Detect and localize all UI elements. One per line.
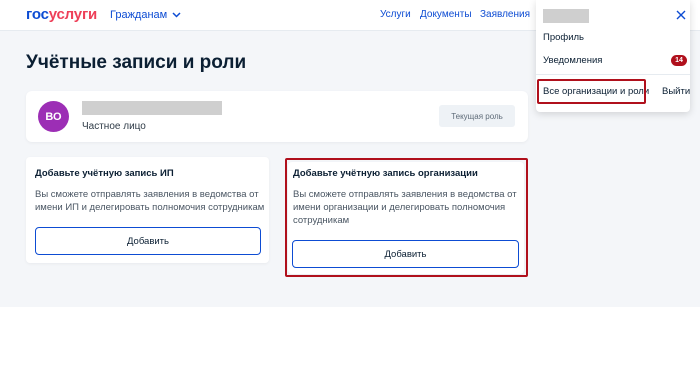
redacted-user-name	[543, 9, 589, 23]
add-ip-description: Вы сможете отправлять заявления в ведомс…	[35, 188, 264, 214]
add-organization-description: Вы сможете отправлять заявления в ведомс…	[293, 188, 517, 227]
nav-services[interactable]: Услуги	[380, 9, 411, 20]
profile-card: ВО Частное лицо Текущая роль	[26, 91, 528, 142]
menu-item-all-organizations[interactable]: Все организации и роли	[543, 86, 649, 97]
notifications-count-badge: 14	[671, 55, 687, 66]
add-organization-card: Добавьте учётную запись организации Вы с…	[288, 162, 524, 274]
page-title: Учётные записи и роли	[26, 52, 247, 73]
account-type-label: Частное лицо	[82, 121, 146, 132]
add-ip-card: Добавьте учётную запись ИП Вы сможете от…	[26, 157, 269, 263]
avatar: ВО	[38, 101, 69, 132]
chevron-down-icon	[172, 12, 181, 18]
add-organization-title: Добавьте учётную запись организации	[293, 168, 478, 179]
close-icon[interactable]	[676, 10, 686, 20]
citizens-menu[interactable]: Гражданам	[110, 9, 181, 21]
nav-documents[interactable]: Документы	[420, 9, 472, 20]
add-ip-desc-line: имени ИП и делегировать полномочия сотру…	[35, 202, 265, 213]
redacted-name	[82, 101, 222, 115]
add-org-desc-line: сотрудникам	[293, 215, 350, 226]
add-org-desc-line: имени организации и делегировать полномо…	[293, 202, 506, 213]
logo-part-uslugi: услуги	[48, 6, 98, 23]
gosuslugi-logo[interactable]: госуслуги	[26, 6, 97, 23]
add-ip-title: Добавьте учётную запись ИП	[35, 168, 174, 179]
menu-item-profile[interactable]: Профиль	[543, 32, 584, 43]
citizens-label: Гражданам	[110, 9, 168, 21]
menu-divider	[536, 74, 690, 75]
nav-applications[interactable]: Заявления	[480, 9, 530, 20]
account-dropdown: Профиль Уведомления 14 Все организации и…	[536, 0, 690, 112]
menu-item-logout[interactable]: Выйти	[662, 86, 690, 97]
current-role-button[interactable]: Текущая роль	[439, 105, 515, 127]
add-organization-button[interactable]: Добавить	[292, 240, 519, 268]
add-ip-desc-line: Вы сможете отправлять заявления в ведомс…	[35, 189, 259, 200]
add-ip-button[interactable]: Добавить	[35, 227, 261, 255]
logo-part-gos: гос	[26, 6, 49, 23]
menu-item-notifications[interactable]: Уведомления	[543, 55, 602, 66]
add-org-desc-line: Вы сможете отправлять заявления в ведомс…	[293, 189, 517, 200]
